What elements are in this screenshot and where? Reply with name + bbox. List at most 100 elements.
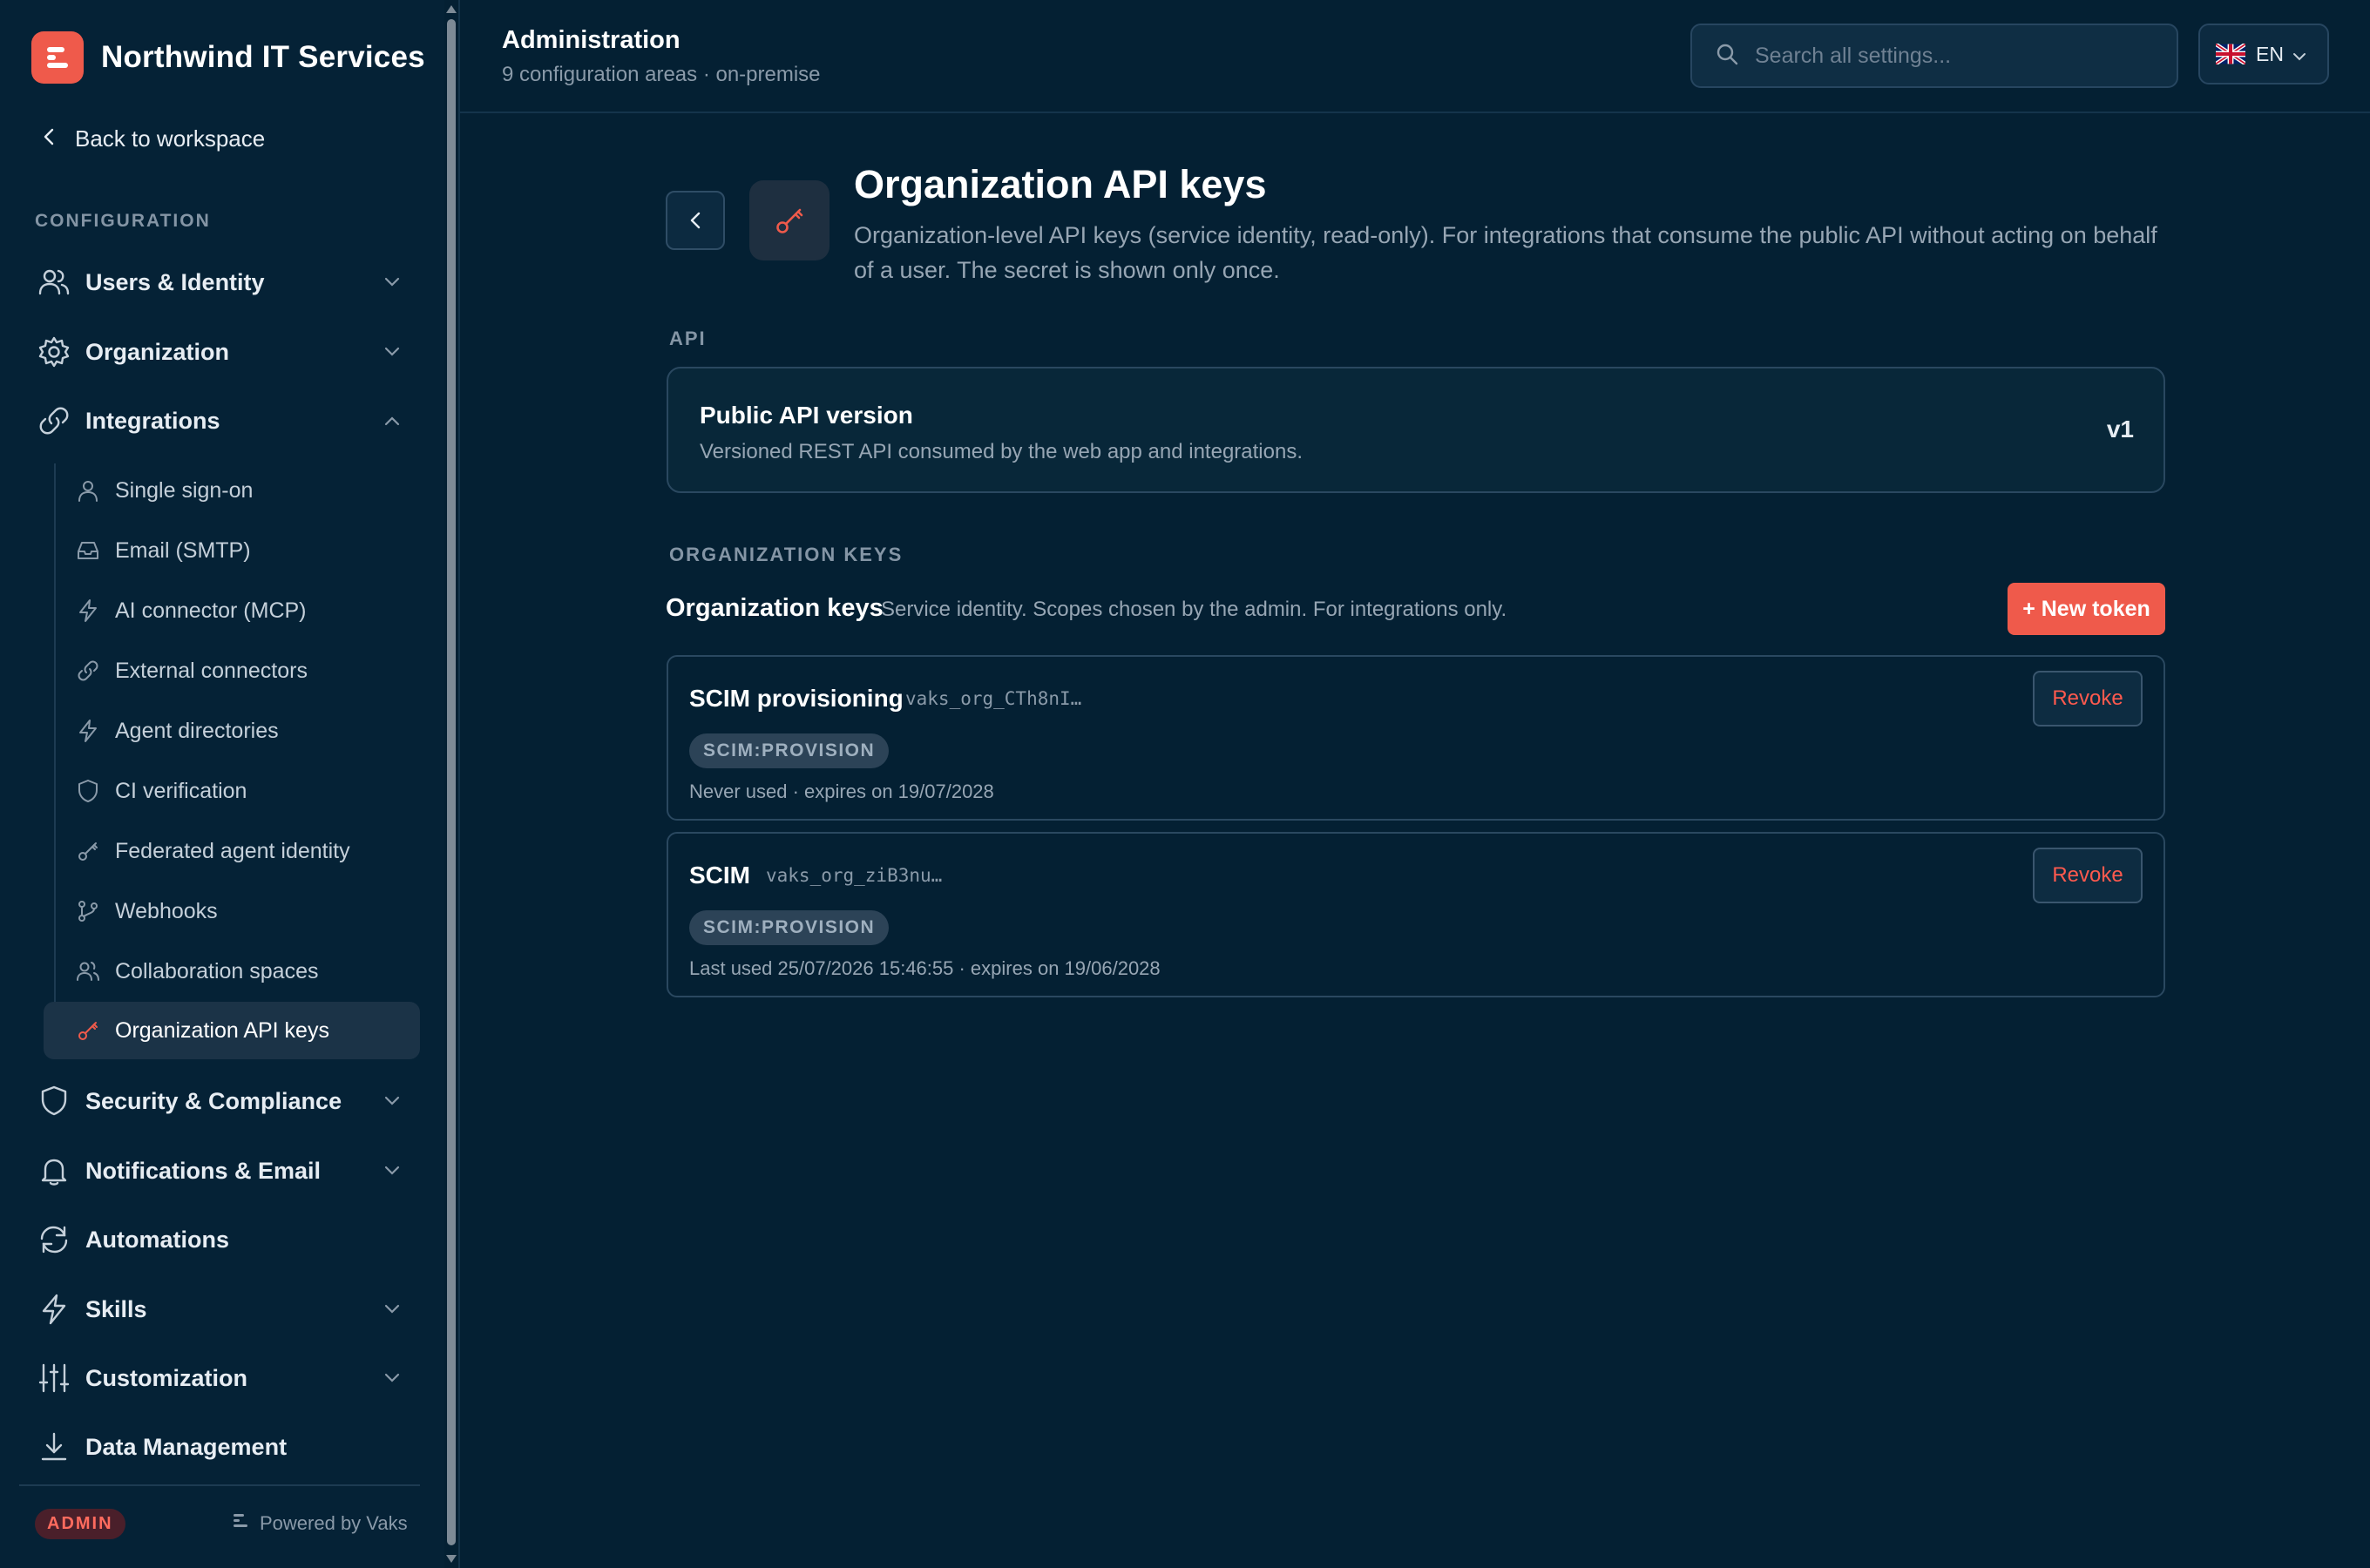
bell-icon (35, 1152, 73, 1190)
revoke-button[interactable]: Revoke (2033, 848, 2143, 903)
scope-badge: SCIM:PROVISION (689, 910, 890, 945)
sidebar-item-label: Single sign-on (115, 477, 254, 503)
nav-item-users-identity[interactable]: Users & Identity (35, 254, 410, 310)
sidebar-item-label: AI connector (MCP) (115, 598, 307, 623)
sidebar-item-organization-api-keys[interactable]: Organization API keys (44, 1002, 420, 1059)
page-title: Organization API keys (854, 162, 1267, 206)
scroll-up-arrow-icon[interactable] (446, 5, 457, 13)
section-label-configuration: CONFIGURATION (35, 211, 211, 231)
sidebar-item-ai-connector[interactable]: AI connector (MCP) (44, 582, 420, 639)
public-api-version-card: Public API version Versioned REST API co… (667, 367, 2165, 493)
chevron-down-icon (382, 1160, 403, 1181)
sidebar-item-label: Organization API keys (115, 1017, 329, 1043)
uk-flag-icon (2216, 44, 2245, 64)
key-prefix: vaks_org_ziB3nu… (766, 865, 943, 886)
sidebar-item-label: Federated agent identity (115, 838, 350, 863)
nav-item-automations[interactable]: Automations (35, 1212, 410, 1267)
api-version-value: v1 (2106, 416, 2134, 443)
sidebar-item-federated-agent-identity[interactable]: Federated agent identity (44, 822, 420, 880)
search-input[interactable] (1755, 43, 2156, 69)
chevron-down-icon (382, 1091, 403, 1112)
sidebar-item-single-sign-on[interactable]: Single sign-on (44, 462, 420, 519)
nav-label: Integrations (85, 407, 220, 434)
nav-label: Users & Identity (85, 268, 265, 295)
sidebar-item-ci-verification[interactable]: CI verification (44, 762, 420, 820)
sidebar-item-label: External connectors (115, 658, 308, 683)
new-token-button[interactable]: + New token (2008, 583, 2165, 635)
nav-item-customization[interactable]: Customization (35, 1350, 410, 1406)
key-name: SCIM provisioning (689, 685, 904, 712)
nav-label: Notifications & Email (85, 1157, 322, 1184)
keys-section-description: Service identity. Scopes chosen by the a… (881, 598, 1507, 621)
key-icon (73, 836, 103, 866)
nav-item-integrations[interactable]: Integrations (35, 393, 410, 449)
sidebar-item-agent-directories[interactable]: Agent directories (44, 702, 420, 760)
key-usage-meta: Last used 25/07/2026 15:46:55 · expires … (689, 957, 1161, 979)
key-usage-meta: Never used · expires on 19/07/2028 (689, 781, 994, 802)
sidebar-scrollbar[interactable] (444, 0, 460, 1568)
sidebar-item-external-connectors[interactable]: External connectors (44, 642, 420, 700)
nav-item-data-management[interactable]: Data Management (35, 1419, 410, 1475)
search-icon (1715, 42, 1739, 71)
bolt-icon (73, 596, 103, 625)
language-selector[interactable]: EN (2198, 24, 2329, 84)
powered-by: Powered by Vaks (232, 1512, 408, 1535)
inbox-icon (73, 536, 103, 565)
sidebar-item-webhooks[interactable]: Webhooks (44, 882, 420, 940)
bolt-icon (73, 716, 103, 746)
sidebar-item-collaboration-spaces[interactable]: Collaboration spaces (44, 943, 420, 1000)
back-link-label: Back to workspace (75, 125, 266, 152)
role-badge: ADMIN (35, 1509, 125, 1539)
bolt-icon (35, 1290, 73, 1328)
nav-item-notifications-email[interactable]: Notifications & Email (35, 1143, 410, 1199)
key-icon (73, 1016, 103, 1045)
chevron-down-icon (382, 272, 403, 293)
api-card-description: Versioned REST API consumed by the web a… (700, 440, 1303, 463)
nav-item-skills[interactable]: Skills (35, 1281, 410, 1337)
download-icon (35, 1428, 73, 1466)
nav-label: Data Management (85, 1433, 288, 1460)
brand[interactable]: Northwind IT Services (31, 31, 425, 84)
key-name: SCIM (689, 862, 750, 889)
sidebar-item-email-smtp[interactable]: Email (SMTP) (44, 522, 420, 579)
sidebar-item-label: Webhooks (115, 898, 218, 923)
search-box[interactable] (1690, 24, 2178, 88)
chevron-up-icon (382, 410, 403, 431)
page-description: Organization-level API keys (service ide… (854, 222, 2157, 283)
nav-label: Customization (85, 1364, 247, 1391)
nav-label: Skills (85, 1295, 147, 1322)
section-label-api: API (669, 328, 707, 349)
user-icon (73, 476, 103, 505)
sliders-icon (35, 1359, 73, 1397)
users-icon (35, 263, 73, 301)
chevron-down-icon (382, 1299, 403, 1320)
vaks-logo-icon (232, 1512, 251, 1535)
sidebar-item-label: Collaboration spaces (115, 958, 319, 983)
header-subtitle: 9 configuration areas · on-premise (502, 63, 821, 86)
nav-item-organization[interactable]: Organization (35, 324, 410, 380)
back-button[interactable] (666, 191, 725, 250)
sidebar-divider (19, 1484, 420, 1486)
api-key-card: SCIM vaks_org_ziB3nu… SCIM:PROVISION Las… (667, 832, 2165, 997)
back-to-workspace-link[interactable]: Back to workspace (42, 125, 265, 152)
link-icon (35, 402, 73, 440)
sidebar-item-label: Email (SMTP) (115, 537, 251, 563)
link-icon (73, 656, 103, 686)
chevron-down-icon (382, 341, 403, 362)
nav-item-security-compliance[interactable]: Security & Compliance (35, 1073, 410, 1129)
revoke-button[interactable]: Revoke (2033, 671, 2143, 727)
brand-name: Northwind IT Services (101, 40, 425, 74)
chevron-down-icon (2292, 43, 2306, 66)
sidebar-item-label: CI verification (115, 778, 247, 803)
top-header: Administration 9 configuration areas · o… (460, 0, 2370, 113)
powered-by-label: Powered by Vaks (260, 1512, 408, 1534)
chevron-left-icon (42, 125, 56, 152)
git-branch-icon (73, 896, 103, 926)
nav-label: Organization (85, 338, 230, 365)
scroll-down-arrow-icon[interactable] (446, 1555, 457, 1563)
scrollbar-thumb[interactable] (447, 19, 456, 1545)
sidebar-item-label: Agent directories (115, 718, 279, 743)
refresh-icon (35, 1220, 73, 1259)
brand-logo-icon (31, 31, 84, 84)
language-label: EN (2256, 42, 2284, 65)
